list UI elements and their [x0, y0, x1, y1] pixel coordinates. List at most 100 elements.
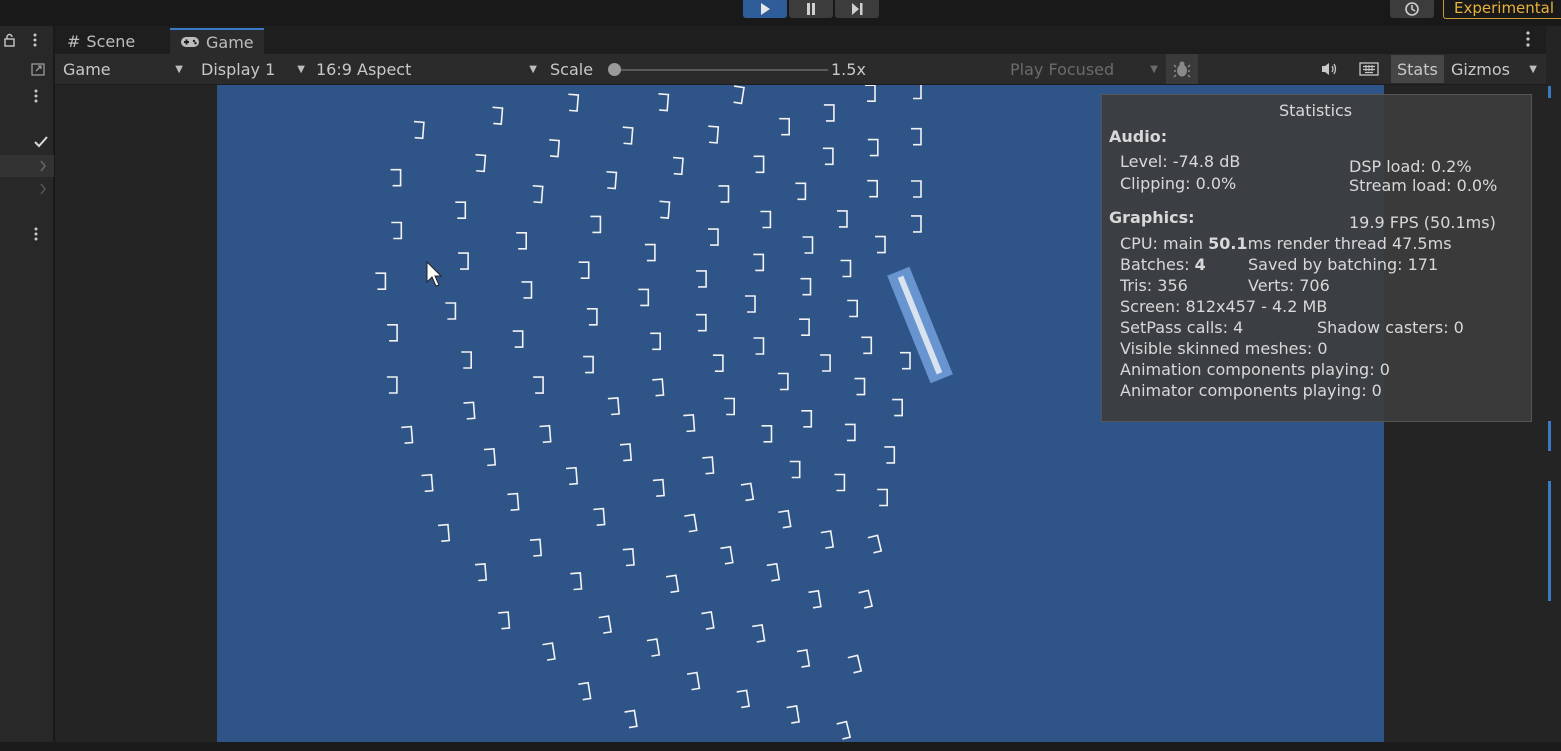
graphics-tris: Tris: 356 — [1120, 276, 1188, 295]
batches-value: 4 — [1194, 255, 1206, 274]
projectile-sprite — [529, 538, 543, 557]
display-select[interactable]: Display 1 ▼ — [201, 54, 305, 84]
projectile-sprite — [421, 473, 434, 493]
projectile-sprite — [786, 705, 801, 724]
projectile-sprite — [684, 513, 698, 533]
projectile-sprite — [834, 473, 846, 492]
projectile-sprite — [532, 184, 544, 204]
graphics-saved-by-batching: Saved by batching: 171 — [1248, 255, 1439, 274]
undo-history-button[interactable] — [1390, 0, 1434, 18]
window-tab-bar: # Scene Game — [55, 26, 1546, 54]
projectile-sprite — [644, 243, 656, 262]
projectile-sprite — [565, 466, 579, 486]
projectile-sprite — [822, 147, 834, 166]
projectile-sprite — [590, 215, 602, 234]
projectile-sprite — [583, 355, 594, 374]
projectile-sprite — [861, 336, 873, 355]
projectile-sprite — [619, 443, 633, 462]
projectile-sprite — [624, 709, 638, 729]
kebab-menu-icon[interactable] — [1524, 30, 1532, 48]
graphics-animator-components: Animator components playing: 0 — [1120, 381, 1382, 400]
graphics-shadow-casters: Shadow casters: 0 — [1317, 318, 1464, 337]
graphics-verts: Verts: 706 — [1248, 276, 1330, 295]
play-controls — [743, 0, 879, 18]
frame-debugger-button[interactable] — [1166, 54, 1198, 84]
projectile-sprite — [578, 681, 592, 701]
mute-audio-button[interactable] — [1320, 54, 1338, 84]
projectile-sprite — [745, 295, 756, 313]
left-panel-check-row[interactable] — [0, 131, 54, 153]
keyboard-shortcuts-button[interactable] — [1359, 54, 1379, 84]
left-panel-item[interactable] — [0, 178, 54, 200]
aspect-select[interactable]: 16:9 Aspect ▼ — [316, 54, 537, 84]
tab-scene[interactable]: # Scene — [57, 28, 145, 54]
graphics-screen: Screen: 812x457 - 4.2 MB — [1120, 297, 1328, 316]
scale-slider-handle[interactable] — [608, 63, 621, 76]
left-panel-item[interactable] — [0, 155, 54, 177]
audio-dsp-load: DSP load: 0.2% — [1349, 157, 1472, 176]
gizmos-label: Gizmos — [1451, 59, 1510, 79]
projectile-sprite — [740, 482, 755, 502]
batches-prefix: Batches: — [1120, 255, 1195, 274]
projectile-sprite — [900, 351, 911, 370]
projectile-sprite — [854, 377, 866, 396]
statistics-title: Statistics — [1279, 101, 1353, 120]
projectile-sprite — [686, 671, 701, 691]
scroll-indicator — [1548, 421, 1551, 451]
aspect-select-value: 16:9 Aspect — [316, 59, 412, 79]
projectile-sprite — [516, 232, 528, 250]
stats-toggle-button[interactable]: Stats — [1391, 55, 1444, 83]
scale-slider-track[interactable] — [618, 69, 828, 71]
projectile-sprite — [733, 85, 745, 105]
play-button[interactable] — [743, 0, 787, 18]
projectile-sprite — [796, 649, 811, 668]
projectile-sprite — [865, 85, 876, 102]
scale-value: 1.5x — [831, 59, 866, 79]
graphics-skinned-meshes: Visible skinned meshes: 0 — [1120, 339, 1328, 358]
experimental-badge[interactable]: Experimental — [1443, 0, 1561, 19]
kebab-menu-icon[interactable] — [32, 226, 40, 242]
tab-game[interactable]: Game — [170, 28, 264, 54]
projectile-sprite — [593, 507, 606, 526]
projectile-sprite — [867, 534, 883, 554]
projectile-sprite — [390, 168, 402, 187]
projectile-sprite — [650, 332, 662, 351]
projectile-sprite — [884, 446, 896, 464]
chevron-right-icon — [40, 183, 46, 195]
paddle-core — [897, 275, 943, 375]
gizmos-dropdown[interactable]: Gizmos ▼ — [1451, 54, 1537, 84]
left-panel — [0, 26, 54, 751]
graphics-setpass: SetPass calls: 4 — [1120, 318, 1244, 337]
gamepad-icon — [181, 37, 199, 47]
kebab-menu-icon[interactable] — [31, 32, 39, 48]
projectile-sprite — [820, 530, 835, 549]
pause-button[interactable] — [789, 0, 833, 18]
graphics-batches: Batches: 4 — [1120, 255, 1206, 274]
tab-scene-label: Scene — [86, 31, 136, 51]
projectile-sprite — [867, 179, 879, 198]
projectile-sprite — [512, 330, 524, 348]
play-mode-select[interactable]: Play Focused ▼ — [1010, 54, 1158, 84]
step-button[interactable] — [835, 0, 879, 18]
projectile-sprite — [492, 106, 504, 125]
speaker-icon — [1322, 63, 1337, 75]
projectile-sprite — [875, 235, 886, 254]
projectile-sprite — [646, 638, 661, 657]
statistics-panel: Statistics Audio: Level: -74.8 dB Clippi… — [1101, 94, 1532, 422]
projectile-sprite — [652, 378, 665, 397]
projectile-sprite — [461, 351, 472, 369]
projectile-sprite — [720, 545, 734, 565]
projectile-sprite — [413, 120, 425, 140]
left-panel-menu-row — [0, 223, 54, 245]
projectile-sprite — [474, 563, 488, 582]
kebab-menu-icon[interactable] — [32, 88, 40, 104]
projectile-sprite — [708, 125, 720, 144]
play-mode-select-value: Play Focused — [1010, 59, 1115, 79]
projectile-sprite — [911, 215, 922, 233]
lock-icon[interactable] — [3, 33, 17, 47]
view-select[interactable]: Game ▼ — [63, 54, 183, 84]
scroll-indicator — [1548, 86, 1551, 98]
projectile-sprite — [858, 589, 874, 609]
projectile-sprite — [877, 488, 889, 507]
maximize-icon[interactable] — [30, 61, 46, 77]
